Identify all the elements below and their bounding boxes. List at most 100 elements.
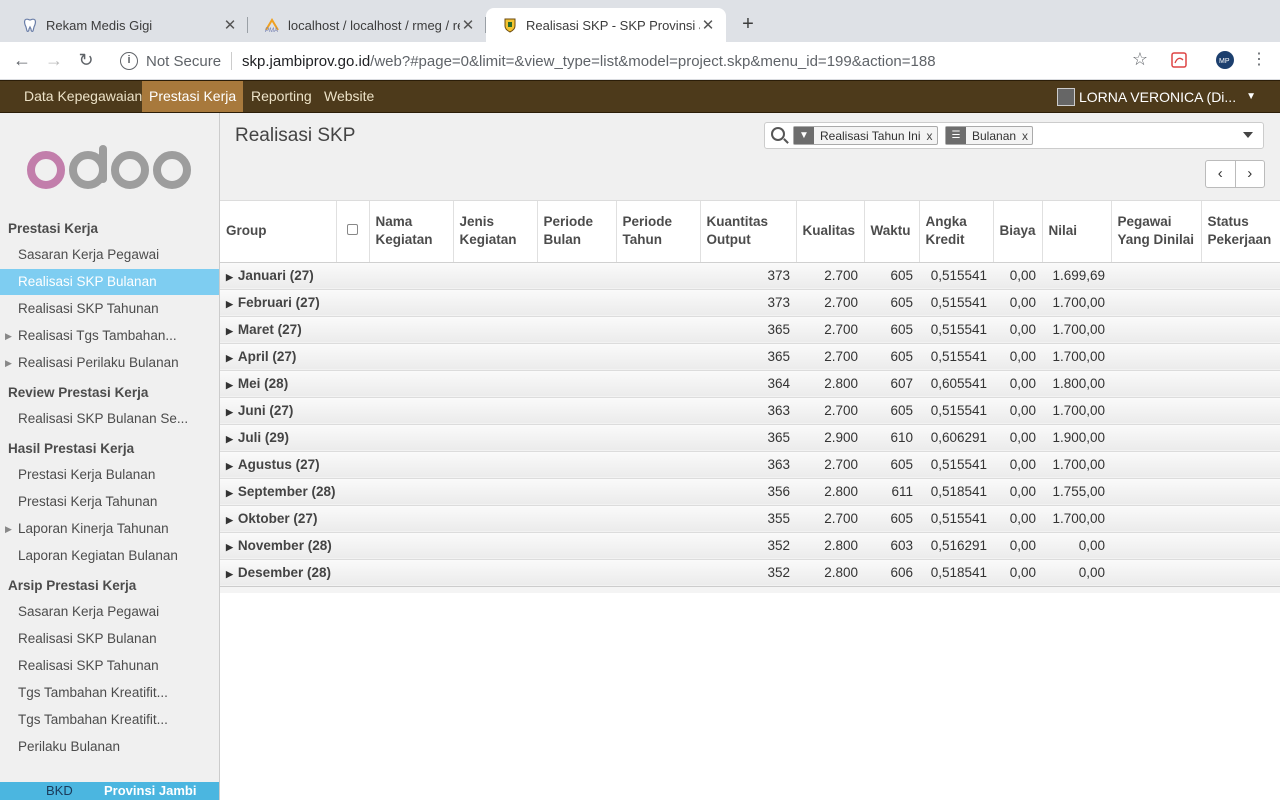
search-icon[interactable] [771, 127, 785, 141]
star-bookmark-icon[interactable]: ☆ [1132, 49, 1148, 70]
menu-arsip-tgs-tambahan-1[interactable]: Tgs Tambahan Kreatifit... [0, 680, 219, 706]
expand-triangle-icon[interactable]: ▶ [226, 569, 233, 579]
table-row[interactable]: ▶ Mei (28) 364 2.800 607 0,605541 0,00 1.800,00 [220, 370, 1280, 398]
menu-laporan-kegiatan-bulanan[interactable]: Laporan Kegiatan Bulanan [0, 543, 219, 569]
expand-triangle-icon[interactable]: ▶ [226, 299, 233, 309]
filter-facet[interactable]: ▼ Realisasi Tahun Ini x [793, 126, 938, 145]
menu-arsip-realisasi-skp-bulanan[interactable]: Realisasi SKP Bulanan [0, 626, 219, 652]
table-row[interactable]: ▶ Oktober (27) 355 2.700 605 0,515541 0,00 1.70… [220, 505, 1280, 533]
topmenu-data-kepegawaian[interactable]: Data Kepegawaian [17, 81, 149, 112]
expand-triangle-icon[interactable]: ▶ [226, 407, 233, 417]
reload-icon[interactable]: ↻ [75, 50, 97, 72]
column-header[interactable]: Periode Tahun [616, 201, 701, 263]
topmenu-prestasi-kerja[interactable]: Prestasi Kerja [142, 81, 244, 112]
table-row[interactable]: ▶ April (27) 365 2.700 605 0,515541 0,00 1.700,… [220, 343, 1280, 371]
table-row[interactable]: ▶ Desember (28) 352 2.800 606 0,518541 0,00 0,0… [220, 559, 1280, 587]
group-cell[interactable]: ▶ Mei (28) [220, 370, 700, 398]
menu-sasaran-kerja-pegawai[interactable]: Sasaran Kerja Pegawai [0, 242, 219, 268]
group-cell[interactable]: ▶ November (28) [220, 532, 700, 560]
close-tab-icon[interactable]: ✕ [222, 16, 238, 34]
topmenu-reporting[interactable]: Reporting [244, 81, 319, 112]
browser-tab[interactable]: Rekam Medis Gigi ✕ [6, 8, 248, 42]
column-header[interactable]: Kuantitas Output [700, 201, 797, 263]
menu-realisasi-tgs-tambahan[interactable]: ▶ Realisasi Tgs Tambahan... [0, 323, 219, 349]
table-row[interactable]: ▶ Agustus (27) 363 2.700 605 0,515541 0,00 1.70… [220, 451, 1280, 479]
table-row[interactable]: ▶ Maret (27) 365 2.700 605 0,515541 0,00 1.700,… [220, 316, 1280, 344]
table-row[interactable]: ▶ Juli (29) 365 2.900 610 0,606291 0,00 1.900,0… [220, 424, 1280, 452]
menu-realisasi-skp-bulanan-se[interactable]: Realisasi SKP Bulanan Se... [0, 406, 219, 432]
expand-triangle-icon[interactable]: ▶ [226, 272, 233, 282]
column-header[interactable]: Pegawai Yang Dinilai [1111, 201, 1202, 263]
menu-arsip-sasaran-kerja-pegawai[interactable]: Sasaran Kerja Pegawai [0, 599, 219, 625]
browser-tab-active[interactable]: Realisasi SKP - SKP Provinsi Ja ✕ [486, 8, 726, 42]
close-tab-icon[interactable]: ✕ [460, 16, 476, 34]
expand-triangle-icon[interactable]: ▶ [226, 461, 233, 471]
remove-facet-icon[interactable]: x [1022, 129, 1028, 143]
menu-prestasi-kerja-bulanan[interactable]: Prestasi Kerja Bulanan [0, 462, 219, 488]
column-header[interactable]: Angka Kredit [919, 201, 994, 263]
pma-icon: PMA [264, 17, 280, 34]
column-header[interactable]: Group [220, 201, 337, 263]
chevron-left-icon[interactable]: ‹ [1206, 161, 1236, 187]
group-cell[interactable]: ▶ September (28) [220, 478, 700, 506]
column-header[interactable]: Biaya [993, 201, 1043, 263]
menu-realisasi-skp-tahunan[interactable]: Realisasi SKP Tahunan [0, 296, 219, 322]
group-cell[interactable]: ▶ Juni (27) [220, 397, 700, 425]
chevron-right-icon[interactable]: › [1236, 161, 1265, 187]
remove-facet-icon[interactable]: x [927, 129, 933, 143]
search-dropdown-toggle[interactable] [1243, 132, 1253, 138]
odoo-logo[interactable] [26, 143, 194, 198]
pdf-extension-icon[interactable] [1169, 50, 1189, 70]
expand-triangle-icon[interactable]: ▶ [226, 488, 233, 498]
topmenu-website[interactable]: Website [317, 81, 381, 112]
column-header[interactable]: Nilai [1042, 201, 1112, 263]
forward-arrow-icon[interactable]: → [43, 50, 65, 72]
checkbox[interactable] [347, 224, 358, 236]
select-all-checkbox[interactable] [336, 201, 370, 263]
groupby-facet[interactable]: ☰ Bulanan x [945, 126, 1034, 145]
menu-arsip-perilaku-bulanan[interactable]: Perilaku Bulanan [0, 734, 219, 760]
expand-triangle-icon[interactable]: ▶ [226, 380, 233, 390]
info-icon[interactable]: i [120, 52, 138, 70]
close-tab-icon[interactable]: ✕ [700, 16, 716, 34]
browser-menu-icon[interactable]: ⋮ [1248, 50, 1270, 72]
group-cell[interactable]: ▶ April (27) [220, 343, 700, 371]
cell-kualitas: 2.900 [796, 424, 864, 452]
expand-triangle-icon[interactable]: ▶ [226, 353, 233, 363]
table-row[interactable]: ▶ Juni (27) 363 2.700 605 0,515541 0,00 1.700,0… [220, 397, 1280, 425]
url-field[interactable]: i Not Secure skp.jambiprov.go.id /web?#p… [108, 46, 1162, 76]
column-header[interactable]: Periode Bulan [537, 201, 617, 263]
search-bar[interactable]: ▼ Realisasi Tahun Ini x ☰ Bulanan x [764, 122, 1264, 149]
back-arrow-icon[interactable]: ← [11, 50, 33, 72]
expand-triangle-icon[interactable]: ▶ [226, 542, 233, 552]
menu-arsip-realisasi-skp-tahunan[interactable]: Realisasi SKP Tahunan [0, 653, 219, 679]
group-cell[interactable]: ▶ Juli (29) [220, 424, 700, 452]
column-header[interactable]: Nama Kegiatan [369, 201, 454, 263]
group-cell[interactable]: ▶ Agustus (27) [220, 451, 700, 479]
group-cell[interactable]: ▶ Januari (27) [220, 262, 700, 290]
column-header[interactable]: Waktu [864, 201, 920, 263]
group-cell[interactable]: ▶ Maret (27) [220, 316, 700, 344]
menu-prestasi-kerja-tahunan[interactable]: Prestasi Kerja Tahunan [0, 489, 219, 515]
new-tab-button[interactable]: + [736, 13, 760, 36]
browser-tab[interactable]: PMA localhost / localhost / rmeg / re ✕ [248, 8, 486, 42]
expand-triangle-icon[interactable]: ▶ [226, 434, 233, 444]
column-header[interactable]: Status Pekerjaan [1201, 201, 1280, 263]
menu-realisasi-perilaku-bulanan[interactable]: ▶ Realisasi Perilaku Bulanan [0, 350, 219, 376]
table-row[interactable]: ▶ Februari (27) 373 2.700 605 0,515541 0,00 1.7… [220, 289, 1280, 317]
column-header[interactable]: Kualitas [796, 201, 865, 263]
group-cell[interactable]: ▶ Februari (27) [220, 289, 700, 317]
user-menu[interactable]: LORNA VERONICA (Di... ▼ [1056, 81, 1256, 112]
menu-laporan-kinerja-tahunan[interactable]: ▶ Laporan Kinerja Tahunan [0, 516, 219, 542]
table-row[interactable]: ▶ Januari (27) 373 2.700 605 0,515541 0,00 1.69… [220, 262, 1280, 290]
group-cell[interactable]: ▶ Desember (28) [220, 559, 700, 587]
group-cell[interactable]: ▶ Oktober (27) [220, 505, 700, 533]
expand-triangle-icon[interactable]: ▶ [226, 515, 233, 525]
profile-avatar-icon[interactable]: MP [1215, 50, 1235, 70]
table-row[interactable]: ▶ September (28) 356 2.800 611 0,518541 0,00 1.… [220, 478, 1280, 506]
expand-triangle-icon[interactable]: ▶ [226, 326, 233, 336]
table-row[interactable]: ▶ November (28) 352 2.800 603 0,516291 0,00 0,0… [220, 532, 1280, 560]
menu-realisasi-skp-bulanan[interactable]: Realisasi SKP Bulanan [0, 269, 219, 295]
column-header[interactable]: Jenis Kegiatan [453, 201, 538, 263]
menu-arsip-tgs-tambahan-2[interactable]: Tgs Tambahan Kreatifit... [0, 707, 219, 733]
